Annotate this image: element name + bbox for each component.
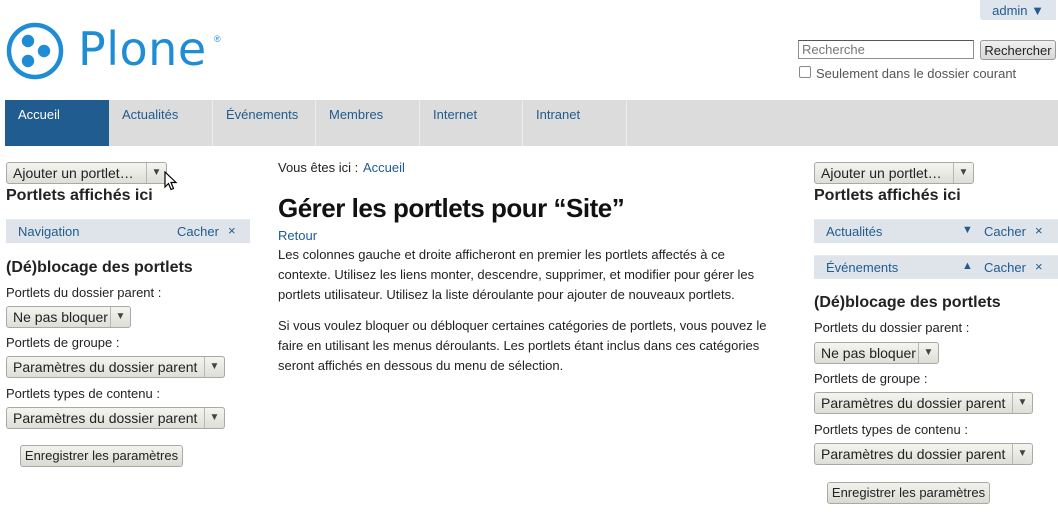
right-portlets-heading: Portlets affichés ici: [814, 187, 961, 204]
tab-internet[interactable]: Internet: [420, 100, 523, 146]
right-add-portlet-label: Ajouter un portlet…: [821, 165, 942, 181]
portlet-hide-link[interactable]: Cacher: [177, 224, 219, 239]
close-icon[interactable]: ×: [228, 223, 236, 238]
back-link[interactable]: Retour: [278, 228, 317, 243]
right-type-label: Portlets types de contenu :: [814, 422, 968, 437]
user-menu[interactable]: admin ▼: [980, 0, 1056, 20]
left-portlets-heading: Portlets affichés ici: [6, 187, 153, 204]
right-parent-select[interactable]: Ne pas bloquer ▼: [814, 342, 939, 364]
right-portlet-evenements: Événements ▲ Cacher ×: [814, 255, 1058, 279]
left-parent-label: Portlets du dossier parent :: [6, 285, 162, 300]
right-blocking-heading: (Dé)blocage des portlets: [814, 294, 1001, 311]
chevron-down-icon: ▼: [918, 343, 938, 363]
global-nav: Accueil Actualités Événements Membres In…: [5, 100, 1058, 146]
left-save-button[interactable]: Enregistrer les paramètres: [20, 445, 183, 467]
tab-accueil[interactable]: Accueil: [5, 100, 109, 146]
page-title: Gérer les portlets pour “Site”: [278, 193, 625, 223]
right-type-value: Paramètres du dossier parent: [821, 446, 1006, 462]
mouse-cursor-icon: [164, 171, 178, 191]
chevron-down-icon: ▼: [146, 163, 166, 183]
breadcrumb-label: Vous êtes ici :: [278, 160, 359, 175]
description-paragraph-1: Les colonnes gauche et droite afficheron…: [278, 247, 755, 302]
right-parent-value: Ne pas bloquer: [821, 345, 916, 361]
search-current-folder-label: Seulement dans le dossier courant: [816, 66, 1017, 81]
tab-actualites[interactable]: Actualités: [109, 100, 213, 146]
search-current-folder-checkbox[interactable]: [799, 66, 811, 78]
portlet-hide-link[interactable]: Cacher: [984, 260, 1026, 275]
left-portlet-navigation: Navigation Cacher ×: [6, 219, 250, 243]
search-button[interactable]: Rechercher: [980, 40, 1056, 60]
left-group-select[interactable]: Paramètres du dossier parent ▼: [6, 356, 225, 378]
right-group-label: Portlets de groupe :: [814, 371, 928, 386]
tab-membres[interactable]: Membres: [316, 100, 420, 146]
left-parent-select[interactable]: Ne pas bloquer ▼: [6, 306, 131, 328]
chevron-down-icon: ▼: [1012, 444, 1032, 464]
right-group-select[interactable]: Paramètres du dossier parent ▼: [814, 392, 1033, 414]
logo-text: Plone: [78, 22, 207, 76]
right-type-select[interactable]: Paramètres du dossier parent ▼: [814, 443, 1033, 465]
search-input[interactable]: [798, 40, 974, 59]
left-parent-value: Ne pas bloquer: [13, 309, 108, 325]
right-add-portlet-select[interactable]: Ajouter un portlet… ▼: [814, 162, 974, 184]
tab-intranet[interactable]: Intranet: [523, 100, 627, 146]
portlet-hide-link[interactable]: Cacher: [984, 224, 1026, 239]
chevron-down-icon: ▼: [1012, 393, 1032, 413]
left-add-portlet-select[interactable]: Ajouter un portlet… ▼: [6, 162, 167, 184]
chevron-down-icon: ▼: [953, 163, 973, 183]
left-blocking-heading: (Dé)blocage des portlets: [6, 259, 193, 276]
chevron-down-icon: ▼: [204, 357, 224, 377]
chevron-down-icon: ▼: [204, 408, 224, 428]
chevron-down-icon: ▼: [110, 307, 130, 327]
portlet-name-link[interactable]: Événements: [826, 260, 898, 275]
portlet-name-link[interactable]: Actualités: [826, 224, 882, 239]
right-parent-label: Portlets du dossier parent :: [814, 320, 970, 335]
left-group-value: Paramètres du dossier parent: [13, 359, 198, 375]
breadcrumb-home-link[interactable]: Accueil: [363, 160, 405, 175]
left-type-select[interactable]: Paramètres du dossier parent ▼: [6, 407, 225, 429]
tab-evenements[interactable]: Événements: [213, 100, 316, 146]
close-icon[interactable]: ×: [1035, 259, 1043, 274]
right-portlet-actualites: Actualités ▼ Cacher ×: [814, 219, 1058, 243]
description-paragraph-2: Si vous voulez bloquer ou débloquer cert…: [278, 318, 767, 373]
close-icon[interactable]: ×: [1035, 223, 1043, 238]
move-up-icon[interactable]: ▲: [962, 260, 973, 272]
right-group-value: Paramètres du dossier parent: [821, 395, 1006, 411]
left-add-portlet-label: Ajouter un portlet…: [13, 165, 134, 181]
logo-registered-mark: ®: [214, 34, 221, 44]
plone-logo-icon: [6, 22, 64, 80]
move-down-icon[interactable]: ▼: [962, 224, 973, 236]
left-type-value: Paramètres du dossier parent: [13, 410, 198, 426]
right-save-button[interactable]: Enregistrer les paramètres: [827, 482, 990, 504]
portlet-name-link[interactable]: Navigation: [18, 224, 79, 239]
left-type-label: Portlets types de contenu :: [6, 386, 160, 401]
left-group-label: Portlets de groupe :: [6, 335, 120, 350]
